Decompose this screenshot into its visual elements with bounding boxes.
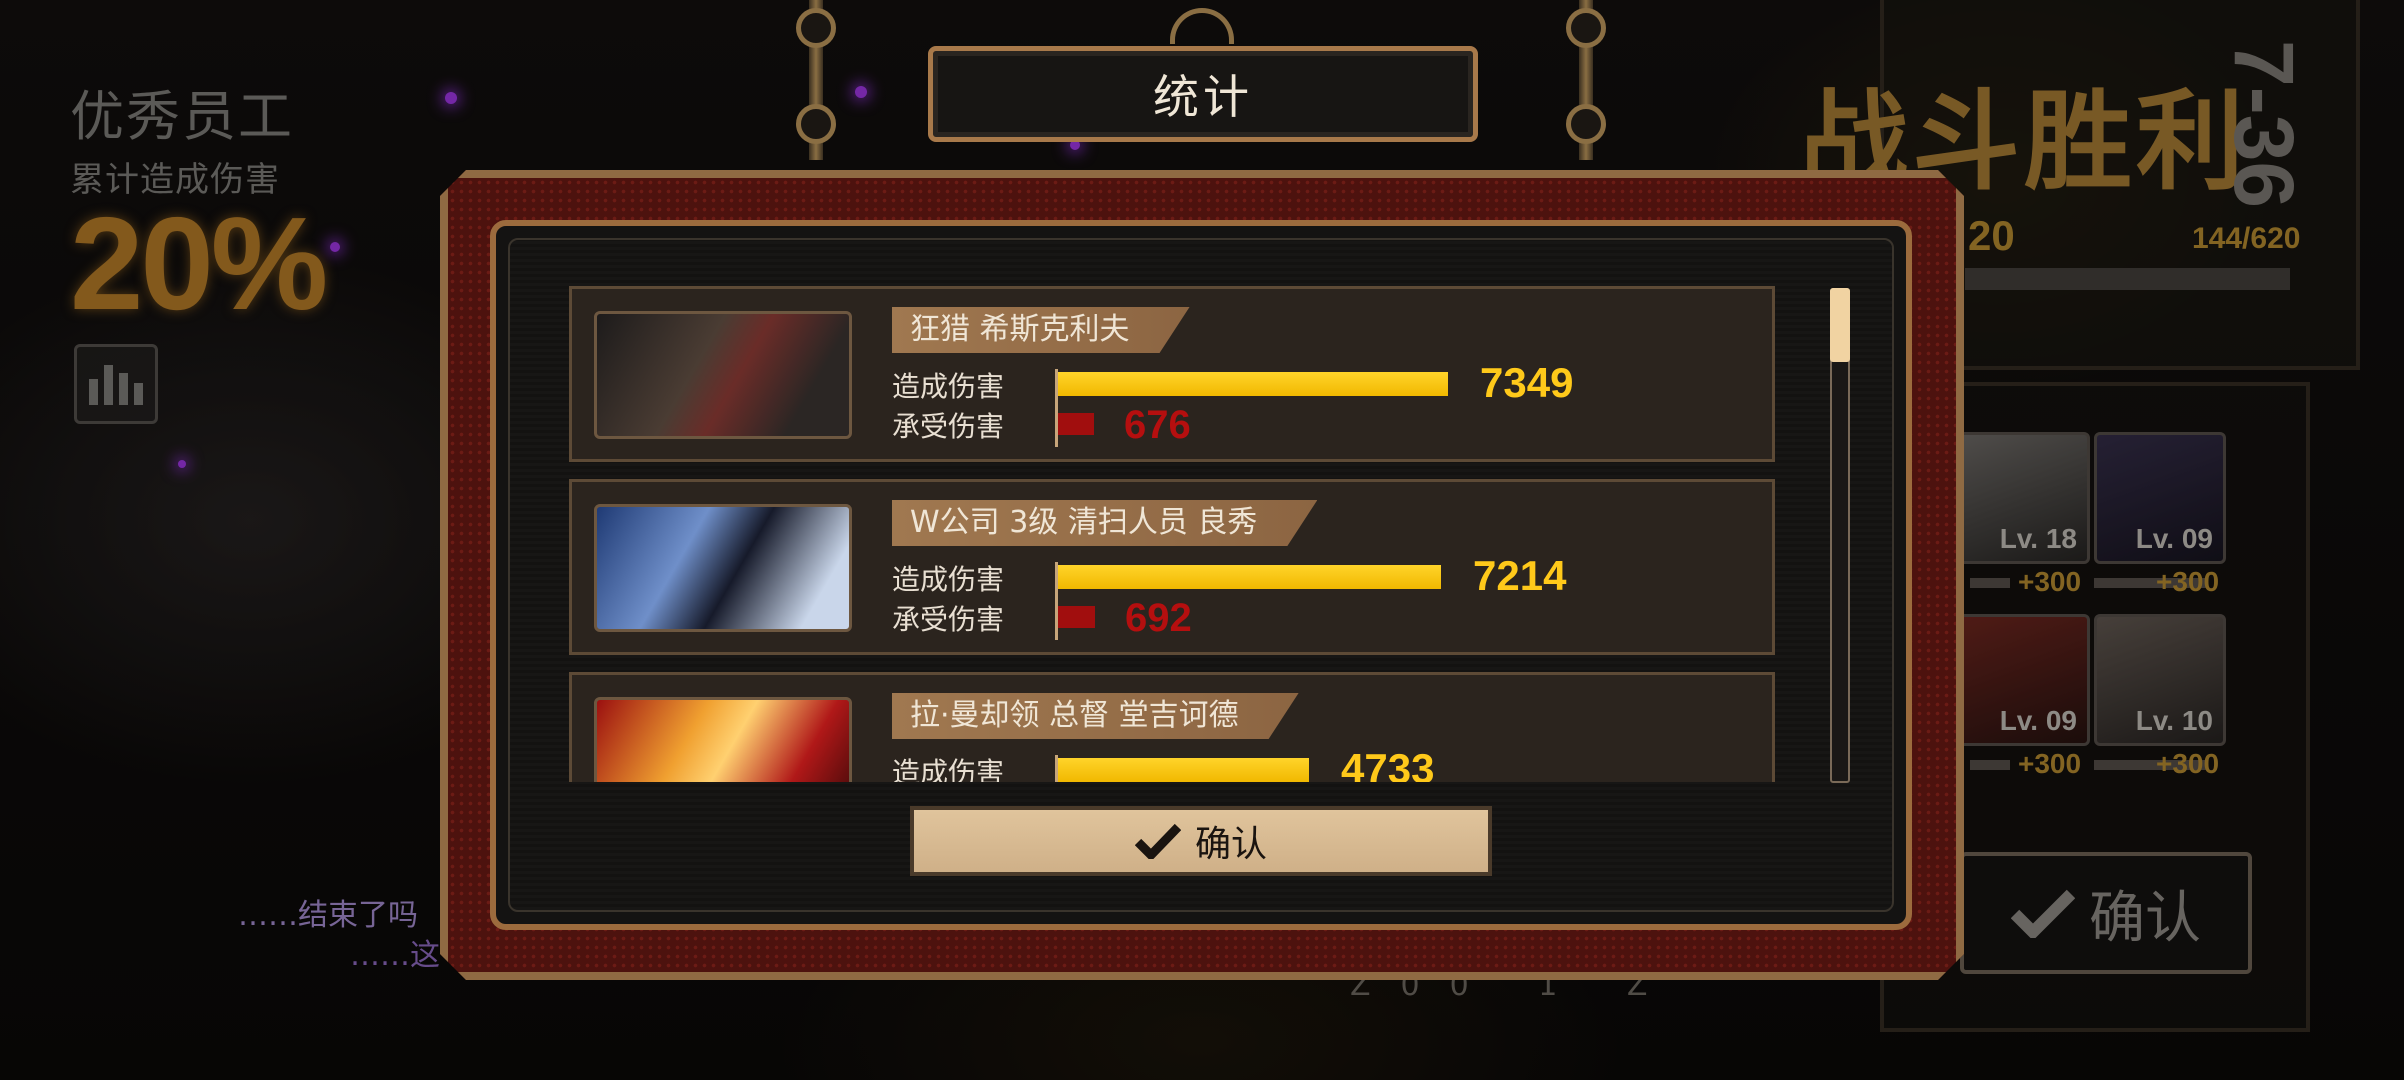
damage-dealt-label: 造成伤害 xyxy=(892,370,1005,403)
character-name: 拉·曼却领 总督 堂吉诃德 xyxy=(892,693,1299,739)
rail-bolt xyxy=(1566,8,1606,48)
damage-taken-value: 676 xyxy=(1124,403,1191,447)
stats-entry: 狂猎 希斯克利夫 造成伤害 承受伤害 7349 676 xyxy=(569,286,1775,462)
damage-taken-bar xyxy=(1058,413,1094,435)
character-portrait xyxy=(594,697,852,782)
modal-title-plate: 统计 xyxy=(928,46,1478,142)
character-name: W公司 3级 清扫人员 良秀 xyxy=(892,500,1317,546)
rail-bolt xyxy=(796,104,836,144)
modal-title: 统计 xyxy=(1153,70,1253,124)
damage-taken-value: 692 xyxy=(1125,596,1192,640)
character-portrait xyxy=(594,504,852,632)
rail-bolt xyxy=(1566,104,1606,144)
damage-dealt-value: 7349 xyxy=(1480,359,1574,406)
damage-dealt-bar xyxy=(1058,565,1441,589)
damage-dealt-value: 4733 xyxy=(1341,745,1435,782)
check-icon xyxy=(1134,823,1181,859)
stats-scrollbar[interactable] xyxy=(1830,288,1850,783)
stats-list[interactable]: 狂猎 希斯克利夫 造成伤害 承受伤害 7349 676 W公司 3级 清扫人员 … xyxy=(565,282,1780,782)
damage-dealt-bar xyxy=(1058,758,1309,782)
damage-dealt-bar xyxy=(1058,372,1448,396)
stats-entry: W公司 3级 清扫人员 良秀 造成伤害 承受伤害 7214 692 xyxy=(569,479,1775,655)
rail-bolt xyxy=(796,8,836,48)
damage-taken-label: 承受伤害 xyxy=(892,410,1005,443)
stats-entry: 拉·曼却领 总督 堂吉诃德 造成伤害 承受伤害 4733 xyxy=(569,672,1775,782)
character-name: 狂猎 希斯克利夫 xyxy=(892,307,1190,353)
stats-scrollbar-thumb[interactable] xyxy=(1830,288,1850,362)
damage-taken-bar xyxy=(1058,606,1095,628)
damage-dealt-label: 造成伤害 xyxy=(892,756,1005,782)
character-portrait xyxy=(594,311,852,439)
modal-confirm-button[interactable]: 确认 xyxy=(910,806,1492,876)
damage-taken-label: 承受伤害 xyxy=(892,603,1005,636)
damage-dealt-value: 7214 xyxy=(1473,552,1567,599)
modal-confirm-label: 确认 xyxy=(1194,824,1267,865)
damage-dealt-label: 造成伤害 xyxy=(892,563,1005,596)
